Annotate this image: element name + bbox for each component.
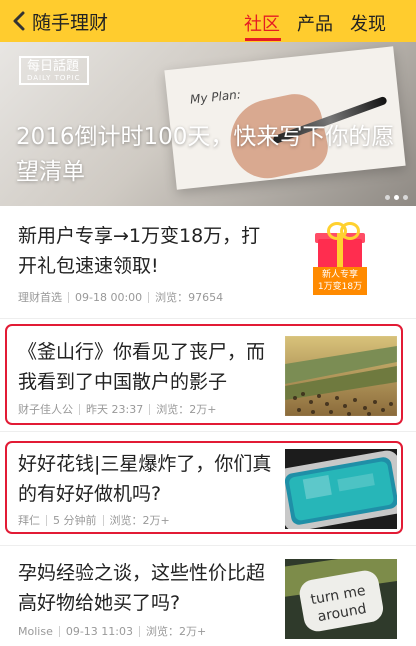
back-button[interactable] bbox=[8, 7, 30, 35]
item-source: 拜仁 bbox=[18, 514, 40, 527]
item-thumbnail bbox=[285, 336, 397, 416]
tab-discover[interactable]: 发现 bbox=[350, 10, 386, 36]
daily-topic-banner[interactable]: My Plan: 每日話題 DAILY TOPIC 2016倒计时100天，快来… bbox=[0, 42, 416, 206]
banner-title: 2016倒计时100天，快来写下你的愿望清单 bbox=[16, 124, 395, 185]
gift-bow-right bbox=[340, 222, 360, 240]
pagination-dot bbox=[403, 195, 408, 200]
train-crowd-image bbox=[285, 336, 397, 416]
item-thumbnail bbox=[285, 449, 397, 529]
item-time: 09-18 00:00 bbox=[75, 290, 143, 304]
meta-separator bbox=[148, 291, 150, 303]
item-views: 浏览：2万+ bbox=[146, 625, 207, 638]
gift-label-line2: 1万变18万 bbox=[317, 282, 363, 292]
meta-separator bbox=[139, 625, 141, 637]
item-source: Molise bbox=[18, 624, 53, 638]
chevron-left-icon bbox=[13, 11, 25, 31]
item-time: 09-13 11:03 bbox=[65, 624, 134, 638]
active-tab-indicator bbox=[245, 38, 281, 41]
item-meta: 拜仁 5 分钟前 浏览：2万+ bbox=[18, 512, 170, 528]
meta-separator bbox=[58, 625, 60, 637]
meta-separator bbox=[149, 403, 151, 415]
list-divider bbox=[0, 318, 416, 319]
item-meta: 理财首选 09-18 00:00 浏览：97654 bbox=[18, 289, 223, 305]
banner-pagination-dots bbox=[385, 195, 408, 200]
top-bar: 随手理财 社区 产品 发现 bbox=[0, 0, 416, 42]
meta-separator bbox=[79, 403, 80, 415]
item-title: 新用户专享→1万变18万，打开礼包速速领取! bbox=[18, 225, 261, 277]
meta-separator bbox=[68, 291, 69, 303]
pagination-dot-active bbox=[394, 195, 399, 200]
daily-topic-badge-sub: DAILY TOPIC bbox=[27, 74, 81, 82]
item-meta: Molise 09-13 11:03 浏览：2万+ bbox=[18, 623, 206, 639]
meta-separator bbox=[102, 514, 104, 526]
item-views: 浏览：97654 bbox=[155, 291, 224, 304]
item-views: 浏览：2万+ bbox=[109, 514, 170, 527]
tab-products[interactable]: 产品 bbox=[297, 10, 333, 36]
gift-label: 新人专享 1万变18万 bbox=[313, 267, 367, 295]
item-time: 5 分钟前 bbox=[53, 514, 97, 527]
item-source: 理财首选 bbox=[18, 291, 62, 304]
item-thumbnail: turn me around bbox=[285, 559, 397, 639]
daily-topic-badge-main: 每日話題 bbox=[27, 59, 80, 74]
list-divider bbox=[0, 431, 416, 432]
item-meta: 财子佳人公 昨天 23:37 浏览：2万+ bbox=[18, 401, 216, 417]
item-title: 孕妈经验之谈，这些性价比超高好物给她买了吗? bbox=[18, 562, 266, 614]
smartphone-image bbox=[285, 449, 397, 529]
item-views: 浏览：2万+ bbox=[156, 403, 217, 416]
pillow-image: turn me around bbox=[285, 559, 397, 639]
app-title: 随手理财 bbox=[32, 12, 109, 34]
item-time: 昨天 23:37 bbox=[86, 403, 144, 416]
list-divider bbox=[0, 545, 416, 546]
daily-topic-badge: 每日話題 DAILY TOPIC bbox=[19, 56, 89, 85]
item-source: 财子佳人公 bbox=[18, 403, 73, 416]
item-title: 好好花钱|三星爆炸了，你们真的有好好做机吗? bbox=[18, 453, 272, 505]
gift-box-icon: 新人专享 1万变18万 bbox=[313, 219, 367, 297]
pagination-dot bbox=[385, 195, 390, 200]
item-title: 《釜山行》你看见了丧尸，而我看到了中国散户的影子 bbox=[18, 341, 266, 393]
tab-community[interactable]: 社区 bbox=[244, 10, 280, 36]
gift-label-line1: 新人专享 bbox=[321, 270, 358, 280]
meta-separator bbox=[46, 514, 47, 526]
